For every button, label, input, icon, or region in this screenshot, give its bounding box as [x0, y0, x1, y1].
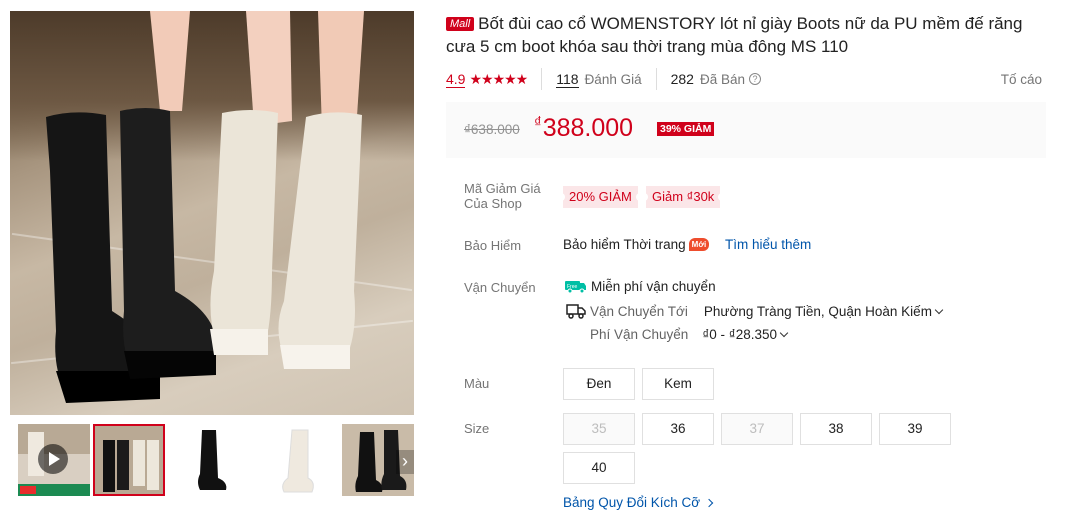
- thumbnail-black-boot[interactable]: [172, 424, 244, 496]
- insurance-name: Bảo hiểm Thời trang: [563, 237, 686, 252]
- ship-to-row: Vận Chuyển Tới Phường Tràng Tiền, Quận H…: [566, 303, 944, 319]
- price-section: ₫638.000 ₫388.000 39% GIẢM: [446, 102, 1046, 158]
- free-shipping-text: Miễn phí vận chuyển: [591, 279, 716, 294]
- size-option-40[interactable]: 40: [563, 452, 635, 484]
- voucher-tag[interactable]: 20% GIẢM: [561, 186, 640, 208]
- freeship-icon: Free: [565, 281, 586, 293]
- ship-to-dropdown[interactable]: Phường Tràng Tiền, Quận Hoàn Kiếm: [703, 303, 944, 319]
- new-badge: Mới: [688, 238, 710, 251]
- shipping-label: Vận Chuyển: [464, 280, 536, 295]
- ship-to-value: Phường Tràng Tiền, Quận Hoàn Kiếm: [703, 303, 932, 319]
- play-icon[interactable]: [38, 444, 68, 474]
- ship-fee-row: Phí Vận Chuyển ₫0 - ₫28.350: [590, 327, 789, 342]
- help-icon[interactable]: ?: [749, 73, 761, 85]
- size-option-35: 35: [563, 413, 635, 445]
- divider: [655, 68, 657, 90]
- size-guide-text: Bảng Quy Đổi Kích Cỡ: [563, 495, 701, 510]
- divider: [541, 68, 543, 90]
- product-title-text: Bốt đùi cao cổ WOMENSTORY lót nỉ giày Bo…: [446, 14, 1023, 56]
- size-option-36[interactable]: 36: [642, 413, 714, 445]
- thumbnail-strip: ›: [10, 424, 414, 500]
- thumbnail-cream-boot[interactable]: [262, 424, 334, 496]
- color-option-den[interactable]: Đen: [563, 368, 635, 400]
- promo-badge: [18, 484, 90, 496]
- insurance-text: Bảo hiểm Thời trang Mới: [563, 237, 710, 252]
- size-guide-link[interactable]: Bảng Quy Đổi Kích Cỡ: [563, 495, 714, 510]
- ship-fee-dropdown[interactable]: ₫0 - ₫28.350: [702, 327, 789, 342]
- color-option-kem[interactable]: Kem: [642, 368, 714, 400]
- truck-icon: [566, 304, 586, 319]
- voucher-tag[interactable]: Giảm ₫30k: [643, 186, 723, 208]
- main-product-image[interactable]: [10, 11, 414, 415]
- thumbnail-video[interactable]: [18, 424, 90, 496]
- reviews-label: Đánh Giá: [584, 71, 642, 87]
- color-label: Màu: [464, 376, 490, 391]
- chevron-right-icon: [704, 498, 714, 508]
- original-price: ₫638.000: [464, 122, 520, 137]
- size-option-37: 37: [721, 413, 793, 445]
- reviews-count[interactable]: 118: [556, 71, 579, 88]
- size-option-38[interactable]: 38: [800, 413, 872, 445]
- chevron-down-icon: [779, 328, 789, 338]
- sold-label: Đã Bán: [699, 71, 745, 87]
- star-icon: ★★★★★: [469, 70, 528, 87]
- thumbnail-black-pair[interactable]: ›: [342, 424, 414, 496]
- current-price-value: 388.000: [542, 114, 634, 142]
- current-price: ₫388.000: [534, 114, 633, 143]
- size-option-39[interactable]: 39: [879, 413, 951, 445]
- thumbnail-active[interactable]: [93, 424, 165, 496]
- chevron-right-icon[interactable]: ›: [396, 450, 414, 474]
- learn-more-link[interactable]: Tìm hiểu thêm: [725, 237, 811, 252]
- discount-badge: 39% GIẢM: [657, 122, 715, 136]
- mall-badge: Mall: [446, 17, 475, 31]
- voucher-label: Mã Giảm Giá Của Shop: [464, 181, 541, 211]
- insurance-label: Bảo Hiểm: [464, 238, 522, 253]
- ship-fee-value: ₫0 - ₫28.350: [702, 327, 777, 342]
- freeship-icon-text: Free: [567, 284, 578, 290]
- thumbnail-image: [95, 426, 163, 494]
- free-shipping: Free Miễn phí vận chuyển: [565, 279, 716, 294]
- size-label: Size: [464, 421, 490, 436]
- ship-fee-label: Phí Vận Chuyển: [590, 327, 689, 342]
- thumbnail-image: [282, 429, 314, 493]
- chevron-down-icon: [934, 305, 944, 314]
- thumbnail-image: [198, 430, 227, 490]
- currency-symbol: ₫: [534, 114, 542, 131]
- sold-count: 282: [670, 71, 694, 87]
- boots-illustration: [46, 11, 364, 403]
- product-stats: 4.9 ★★★★★ 118 Đánh Giá 282 Đã Bán ? Tố c…: [446, 68, 1042, 90]
- report-button[interactable]: Tố cáo: [1001, 72, 1042, 87]
- ship-to-label: Vận Chuyển Tới: [590, 303, 688, 319]
- rating-value[interactable]: 4.9: [446, 71, 466, 88]
- product-title: Mall Bốt đùi cao cổ WOMENSTORY lót nỉ già…: [446, 12, 1046, 58]
